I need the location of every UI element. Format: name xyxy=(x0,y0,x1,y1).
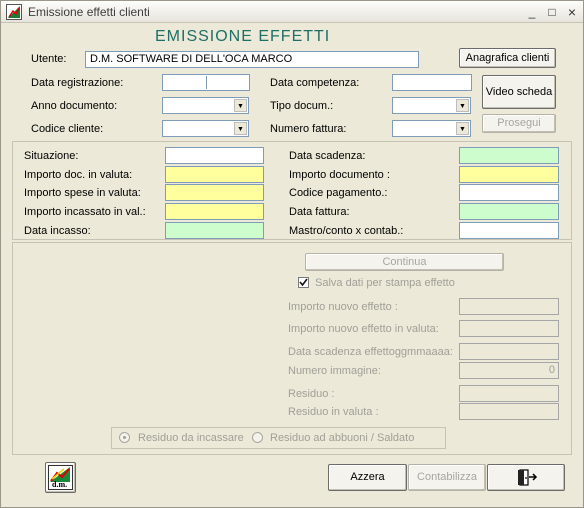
anno-documento-label: Anno documento: xyxy=(31,100,118,112)
data-incasso-label: Data incasso: xyxy=(24,225,91,237)
numero-fattura-label: Numero fattura: xyxy=(270,123,347,135)
minimize-button[interactable]: _ xyxy=(523,4,541,20)
contabilizza-button[interactable]: Contabilizza xyxy=(408,464,486,491)
codice-pagamento-label: Codice pagamento.: xyxy=(289,187,388,199)
exit-button[interactable] xyxy=(487,464,565,491)
importo-doc-valuta-field[interactable] xyxy=(165,166,264,183)
importo-nuovo-valuta-label: Importo nuovo effetto in valuta: xyxy=(288,323,439,335)
codice-pagamento-field[interactable] xyxy=(459,184,559,201)
chevron-down-icon[interactable]: ▼ xyxy=(456,99,469,112)
salva-dati-label: Salva dati per stampa effetto xyxy=(315,277,455,289)
title-bar[interactable]: Emissione effetti clienti _ □ × xyxy=(1,1,583,23)
main-window: Emissione effetti clienti _ □ × EMISSION… xyxy=(0,0,584,508)
importo-spese-valuta-label: Importo spese in valuta: xyxy=(24,187,141,199)
importo-nuovo-field[interactable] xyxy=(459,298,559,315)
situazione-label: Situazione: xyxy=(24,150,79,162)
importo-incassato-val-label: Importo incassato in val.: xyxy=(24,206,146,218)
azzera-button[interactable]: Azzera xyxy=(328,464,407,491)
exit-door-icon xyxy=(518,469,538,486)
chevron-down-icon[interactable]: ▼ xyxy=(234,99,247,112)
importo-nuovo-label: Importo nuovo effetto : xyxy=(288,301,398,313)
window-title: Emissione effetti clienti xyxy=(28,5,150,19)
residuo-abbuoni-radio[interactable] xyxy=(252,432,263,443)
data-scadenza-effetto-field[interactable] xyxy=(459,343,559,360)
page-title: EMISSIONE EFFETTI xyxy=(155,28,331,45)
mastro-conto-label: Mastro/conto x contab.: xyxy=(289,225,404,237)
data-scadenza-field[interactable] xyxy=(459,147,559,164)
residuo-valuta-field[interactable] xyxy=(459,403,559,420)
importo-documento-label: Importo documento : xyxy=(289,169,390,181)
importo-nuovo-valuta-field[interactable] xyxy=(459,320,559,337)
mastro-conto-field[interactable] xyxy=(459,222,559,239)
anno-documento-select[interactable]: ▼ xyxy=(162,97,249,114)
data-scadenza-label: Data scadenza: xyxy=(289,150,366,162)
data-fattura-label: Data fattura: xyxy=(289,206,350,218)
residuo-field[interactable] xyxy=(459,385,559,402)
chevron-down-icon[interactable]: ▼ xyxy=(234,122,247,135)
data-registrazione-label: Data registrazione: xyxy=(31,77,124,89)
continua-button[interactable]: Continua xyxy=(305,253,504,271)
tipo-docum-select[interactable]: ▼ xyxy=(392,97,471,114)
tipo-docum-label: Tipo docum.: xyxy=(270,100,334,112)
importo-doc-valuta-label: Importo doc. in valuta: xyxy=(24,169,133,181)
residuo-abbuoni-label: Residuo ad abbuoni / Saldato xyxy=(270,432,415,444)
data-scadenza-effetto-label: Data scadenza effettoggmmaaaa: xyxy=(288,346,453,358)
prosegui-button[interactable]: Prosegui xyxy=(482,114,556,133)
importo-incassato-val-field[interactable] xyxy=(165,203,264,220)
situazione-field[interactable] xyxy=(165,147,264,164)
data-competenza-field[interactable] xyxy=(392,74,472,91)
utente-field[interactable]: D.M. SOFTWARE DI DELL'OCA MARCO xyxy=(85,51,419,68)
data-fattura-field[interactable] xyxy=(459,203,559,220)
dm-logo-button[interactable]: d.m. xyxy=(45,462,76,493)
logo-text: d.m. xyxy=(52,480,68,489)
residuo-valuta-label: Residuo in valuta : xyxy=(288,406,379,418)
residuo-incassare-radio[interactable] xyxy=(119,432,130,443)
anagrafica-clienti-button[interactable]: Anagrafica clienti xyxy=(459,48,556,68)
app-icon[interactable] xyxy=(6,4,22,20)
numero-immagine-field[interactable]: 0 xyxy=(459,362,559,379)
data-competenza-label: Data competenza: xyxy=(270,77,360,89)
residuo-incassare-label: Residuo da incassare xyxy=(138,432,244,444)
numero-immagine-label: Numero immagine: xyxy=(288,365,381,377)
utente-label: Utente: xyxy=(31,53,67,65)
checkmark-icon xyxy=(299,278,308,287)
maximize-button[interactable]: □ xyxy=(543,4,561,20)
importo-documento-field[interactable] xyxy=(459,166,559,183)
salva-dati-checkbox[interactable] xyxy=(298,277,309,288)
codice-cliente-select[interactable]: ▼ xyxy=(162,120,249,137)
chevron-down-icon[interactable]: ▼ xyxy=(456,122,469,135)
data-incasso-field[interactable] xyxy=(165,222,264,239)
numero-fattura-select[interactable]: ▼ xyxy=(392,120,471,137)
data-registrazione-field[interactable] xyxy=(162,74,250,91)
video-scheda-button[interactable]: Video scheda xyxy=(482,75,556,109)
importo-spese-valuta-field[interactable] xyxy=(165,184,264,201)
close-button[interactable]: × xyxy=(563,4,581,20)
codice-cliente-label: Codice cliente: xyxy=(31,123,104,135)
residuo-label: Residuo : xyxy=(288,388,335,400)
